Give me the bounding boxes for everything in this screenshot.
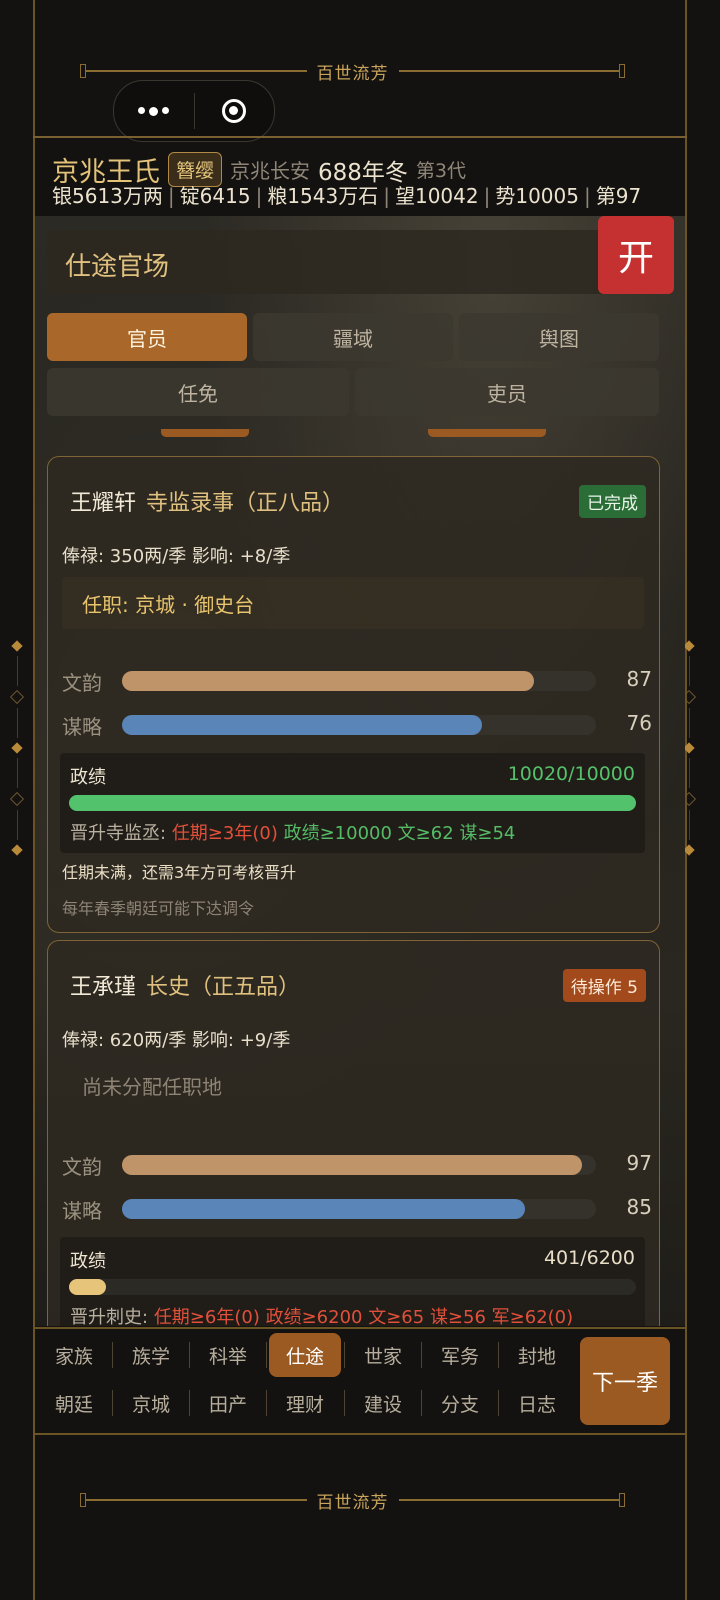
- performance-bar: [69, 795, 636, 811]
- resource-ingot: 锭6415: [179, 184, 251, 208]
- stat-bar: [122, 715, 483, 735]
- more-dots-icon: [138, 106, 170, 116]
- status-badge[interactable]: 待操作 5: [562, 969, 646, 1002]
- nav-clan-school[interactable]: 族学: [113, 1333, 189, 1377]
- salary-influence: 俸禄: 620两/季 影响: +9/季: [62, 1030, 291, 1051]
- bottom-banner: 百世流芳: [80, 1488, 625, 1513]
- transfer-note: 每年春季朝廷可能下达调令: [62, 899, 255, 918]
- nav-estates[interactable]: 田产: [190, 1381, 266, 1425]
- tab-officials[interactable]: 官员: [47, 313, 247, 361]
- official-rank: 寺监录事（正八品）: [146, 491, 345, 516]
- tab-map[interactable]: 舆图: [459, 313, 659, 361]
- tenure-note: 任期未满，还需3年方可考核晋升: [62, 863, 297, 882]
- performance-track: [69, 795, 636, 811]
- performance-track: [69, 1279, 636, 1295]
- performance-panel: 政绩 401/6200 晋升刺史: 任期≥6年(0) 政绩≥6200 文≥65 …: [60, 1237, 645, 1326]
- resource-grain: 粮1543万石: [267, 184, 379, 208]
- resource-rank: 第97: [595, 184, 642, 208]
- more-button[interactable]: [114, 81, 194, 141]
- stat-track: [122, 671, 596, 691]
- official-name: 王耀轩: [70, 491, 137, 516]
- official-card[interactable]: 王承瑾 长史（正五品） 待操作 5 俸禄: 620两/季 影响: +9/季 尚未分…: [47, 940, 660, 1326]
- stat-label: 文韵: [62, 671, 102, 695]
- stat-value: 97: [626, 1151, 652, 1175]
- stat-label: 谋略: [62, 1199, 102, 1223]
- performance-value: 10020/10000: [507, 763, 635, 785]
- nav-exam[interactable]: 科举: [190, 1333, 266, 1377]
- status-badge: 已完成: [579, 485, 646, 518]
- promotion-requirements: 晋升寺监丞: 任期≥3年(0) 政绩≥10000 文≥62 谋≥54: [70, 823, 516, 844]
- stat-moulue: 谋略 85: [62, 1195, 652, 1223]
- section-title: 仕途官场: [65, 252, 170, 282]
- nav-court[interactable]: 朝廷: [36, 1381, 112, 1425]
- game-year: 688年冬: [318, 159, 408, 186]
- stat-bar: [122, 671, 535, 691]
- nav-fief[interactable]: 封地: [499, 1333, 575, 1377]
- nav-military[interactable]: 军务: [422, 1333, 498, 1377]
- resource-silver: 银5613万两: [52, 184, 163, 208]
- performance-value: 401/6200: [543, 1247, 635, 1269]
- open-button[interactable]: 开: [598, 216, 674, 294]
- miniprogram-capsule: [113, 80, 275, 142]
- performance-bar: [69, 1279, 106, 1295]
- performance-label: 政绩: [70, 1251, 106, 1272]
- performance-label: 政绩: [70, 767, 106, 788]
- main-content[interactable]: 仕途官场 开 官员 疆域 舆图 任免 吏员 王耀轩 寺监录事（正八品） 已完成 俸…: [35, 216, 685, 1326]
- next-season-button[interactable]: 下一季: [580, 1337, 670, 1425]
- target-icon: [222, 99, 247, 123]
- header-divider: [33, 136, 687, 138]
- stat-track: [122, 1155, 596, 1175]
- nav-finance[interactable]: 理财: [267, 1381, 343, 1425]
- close-button[interactable]: [195, 81, 275, 141]
- side-ornament-left: [9, 636, 25, 860]
- nav-career[interactable]: 仕途: [269, 1333, 341, 1377]
- official-name: 王承瑾: [70, 975, 137, 1000]
- family-badge: 簪缨: [168, 152, 223, 187]
- stat-track: [122, 715, 596, 735]
- banner-title: 百世流芳: [316, 63, 389, 84]
- family-location: 京兆长安: [230, 159, 311, 183]
- section-title-bar: 仕途官场: [47, 230, 612, 294]
- stat-track: [122, 1199, 596, 1219]
- banner-title: 百世流芳: [316, 1492, 389, 1513]
- nav-capital[interactable]: 京城: [113, 1381, 189, 1425]
- tab-appointment[interactable]: 任免: [47, 368, 349, 416]
- official-rank: 长史（正五品）: [146, 975, 301, 1000]
- family-generation: 第3代: [415, 160, 467, 182]
- post-location: 任职: 京城 · 御史台: [62, 577, 644, 629]
- stat-wenyun: 文韵 87: [62, 667, 652, 695]
- nav-branches[interactable]: 分支: [422, 1381, 498, 1425]
- stat-value: 85: [626, 1195, 652, 1219]
- official-card[interactable]: 王耀轩 寺监录事（正八品） 已完成 俸禄: 350两/季 影响: +8/季 任职:…: [47, 456, 660, 933]
- performance-panel: 政绩 10020/10000 晋升寺监丞: 任期≥3年(0) 政绩≥10000 …: [60, 753, 645, 853]
- stat-bar: [122, 1155, 582, 1175]
- tab-indicator: [428, 429, 546, 437]
- resource-power: 势10005: [495, 184, 579, 208]
- tab-indicator: [161, 429, 249, 437]
- tab-territory[interactable]: 疆域: [253, 313, 453, 361]
- tab-clerks[interactable]: 吏员: [355, 368, 659, 416]
- stat-label: 文韵: [62, 1155, 102, 1179]
- nav-noble-houses[interactable]: 世家: [345, 1333, 421, 1377]
- nav-log[interactable]: 日志: [499, 1381, 575, 1425]
- salary-influence: 俸禄: 350两/季 影响: +8/季: [62, 546, 291, 567]
- resource-bar: 银5613万两 | 锭6415 | 粮1543万石 | 望10042 | 势10005 | 第97: [52, 184, 642, 208]
- resource-prestige: 望10042: [394, 184, 479, 208]
- stat-moulue: 谋略 76: [62, 711, 652, 739]
- promotion-requirements: 晋升刺史: 任期≥6年(0) 政绩≥6200 文≥65 谋≥56 军≥62(0): [70, 1307, 574, 1326]
- stat-wenyun: 文韵 97: [62, 1151, 652, 1179]
- stat-bar: [122, 1199, 525, 1219]
- post-location: 尚未分配任职地: [82, 1074, 222, 1099]
- nav-build[interactable]: 建设: [345, 1381, 421, 1425]
- nav-family[interactable]: 家族: [36, 1333, 112, 1377]
- bottom-nav: 家族 族学 科举 仕途 世家 军务 封地 朝廷 京城 田产 理财 建设 分支 日…: [35, 1327, 685, 1435]
- stat-label: 谋略: [62, 715, 102, 739]
- stat-value: 87: [626, 667, 652, 691]
- stat-value: 76: [626, 711, 652, 735]
